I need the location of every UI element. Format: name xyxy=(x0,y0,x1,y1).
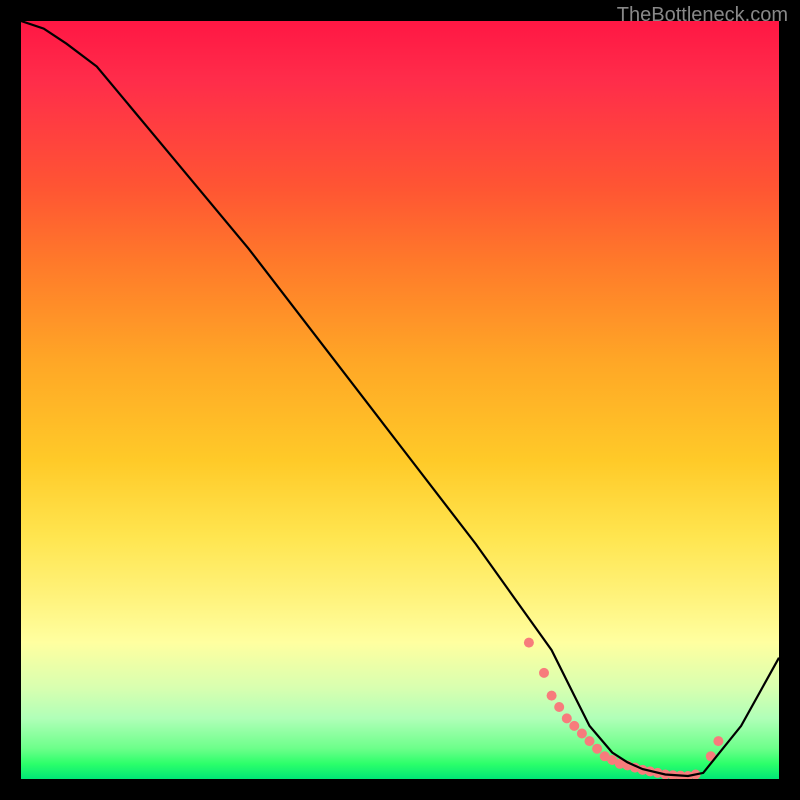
marker-dot xyxy=(585,736,595,746)
plot-area xyxy=(21,21,779,779)
marker-dot xyxy=(569,721,579,731)
watermark-text: TheBottleneck.com xyxy=(617,4,788,27)
marker-dots xyxy=(524,638,724,779)
bottleneck-curve xyxy=(21,21,779,776)
marker-dot xyxy=(539,668,549,678)
marker-dot xyxy=(577,729,587,739)
marker-dot xyxy=(562,713,572,723)
marker-dot xyxy=(554,702,564,712)
marker-dot xyxy=(713,736,723,746)
marker-dot xyxy=(547,691,557,701)
marker-dot xyxy=(592,744,602,754)
chart-svg xyxy=(21,21,779,779)
marker-dot xyxy=(524,638,534,648)
